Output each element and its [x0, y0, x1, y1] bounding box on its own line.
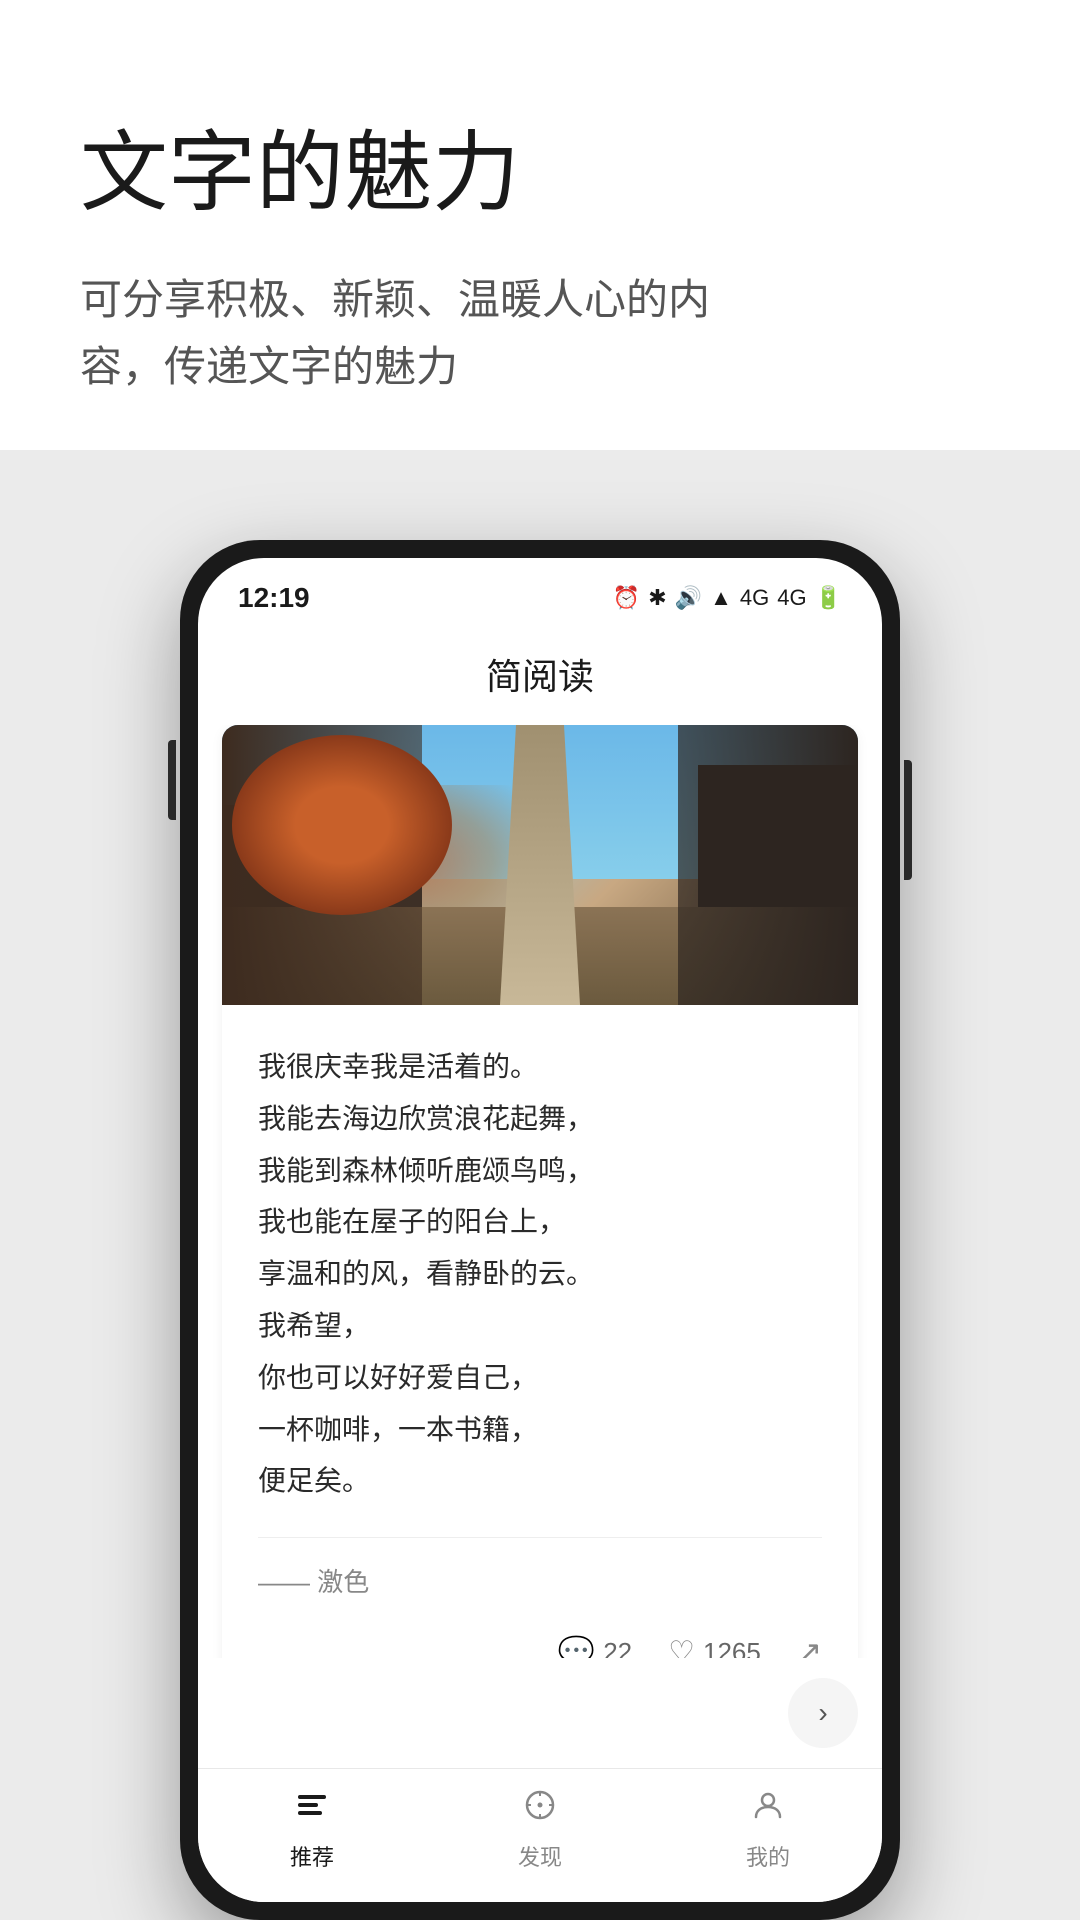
tab-label-discover: 发现 — [518, 1840, 562, 1872]
tab-label-mine: 我的 — [746, 1840, 790, 1872]
poem-line-3: 我能到森林倾听鹿颂鸟鸣， — [258, 1155, 594, 1186]
tab-item-discover[interactable]: 发现 — [518, 1787, 562, 1872]
like-count: 1265 — [703, 1637, 761, 1658]
tab-item-recommend[interactable]: 推荐 — [290, 1787, 334, 1872]
status-icon-4g1: 4G — [740, 585, 769, 611]
tab-label-recommend: 推荐 — [290, 1840, 334, 1872]
app-title-bar: 简阅读 — [198, 628, 882, 725]
article-poem: 我很庆幸我是活着的。 我能去海边欣赏浪花起舞， 我能到森林倾听鹿颂鸟鸣， 我也能… — [258, 1041, 822, 1507]
comment-icon: 💬 — [558, 1635, 595, 1658]
status-icon-nfc: ⏰ — [613, 585, 640, 611]
poem-line-7: 你也可以好好爱自己， — [258, 1362, 538, 1393]
content-area[interactable]: 我很庆幸我是活着的。 我能去海边欣赏浪花起舞， 我能到森林倾听鹿颂鸟鸣， 我也能… — [198, 725, 882, 1658]
poem-line-1: 我很庆幸我是活着的。 — [258, 1051, 538, 1082]
status-bar: 12:19 ⏰ ✱ 🔊 ▲ 4G 4G 🔋 — [198, 558, 882, 628]
status-time: 12:19 — [238, 582, 310, 614]
status-icons: ⏰ ✱ 🔊 ▲ 4G 4G 🔋 — [613, 585, 842, 611]
article-image — [222, 725, 858, 1005]
poem-line-6: 我希望， — [258, 1310, 370, 1341]
article-card[interactable]: 我很庆幸我是活着的。 我能去海边欣赏浪花起舞， 我能到森林倾听鹿颂鸟鸣， 我也能… — [222, 725, 858, 1658]
poem-line-5: 享温和的风，看静卧的云。 — [258, 1258, 594, 1289]
status-icon-vol: 🔊 — [675, 585, 702, 611]
like-action[interactable]: ♡ 1265 — [668, 1635, 761, 1658]
marketing-section: 文字的魅力 可分享积极、新颖、温暖人心的内容，传递文字的魅力 — [0, 0, 1080, 460]
tab-item-mine[interactable]: 我的 — [746, 1787, 790, 1872]
next-chevron-icon: › — [818, 1697, 827, 1729]
tab-icon-mine — [750, 1787, 786, 1832]
poem-line-8: 一杯咖啡，一本书籍， — [258, 1414, 538, 1445]
tab-icon-recommend — [294, 1787, 330, 1832]
share-icon: ↗ — [797, 1635, 822, 1658]
main-title: 文字的魅力 — [80, 120, 1000, 226]
phone-screen: 12:19 ⏰ ✱ 🔊 ▲ 4G 4G 🔋 简阅读 — [198, 558, 882, 1902]
poem-line-2: 我能去海边欣赏浪花起舞， — [258, 1103, 594, 1134]
status-icon-bt: ✱ — [648, 585, 666, 611]
next-button[interactable]: › — [788, 1678, 858, 1748]
share-action[interactable]: ↗ — [797, 1635, 822, 1658]
article-actions: 💬 22 ♡ 1265 ↗ — [222, 1619, 858, 1658]
comment-count: 22 — [603, 1637, 632, 1658]
next-btn-area: › — [198, 1658, 882, 1768]
phone-area: 12:19 ⏰ ✱ 🔊 ▲ 4G 4G 🔋 简阅读 — [0, 450, 1080, 1920]
poem-line-4: 我也能在屋子的阳台上， — [258, 1206, 566, 1237]
like-icon: ♡ — [668, 1635, 695, 1658]
app-title: 简阅读 — [486, 656, 594, 697]
status-icon-wifi: ▲ — [710, 585, 732, 611]
foliage-left — [232, 735, 452, 915]
tab-bar: 推荐 发现 — [198, 1768, 882, 1902]
article-author: —— 激色 — [258, 1537, 822, 1599]
status-icon-4g2: 4G — [777, 585, 806, 611]
sub-title: 可分享积极、新颖、温暖人心的内容，传递文字的魅力 — [80, 266, 780, 400]
phone-frame: 12:19 ⏰ ✱ 🔊 ▲ 4G 4G 🔋 简阅读 — [180, 540, 900, 1920]
tree-right — [678, 725, 858, 1005]
status-icon-battery: 🔋 — [815, 585, 842, 611]
tab-icon-discover — [522, 1787, 558, 1832]
poem-line-9: 便足矣。 — [258, 1465, 370, 1496]
article-text: 我很庆幸我是活着的。 我能去海边欣赏浪花起舞， 我能到森林倾听鹿颂鸟鸣， 我也能… — [222, 1005, 858, 1619]
comment-action[interactable]: 💬 22 — [558, 1635, 632, 1658]
